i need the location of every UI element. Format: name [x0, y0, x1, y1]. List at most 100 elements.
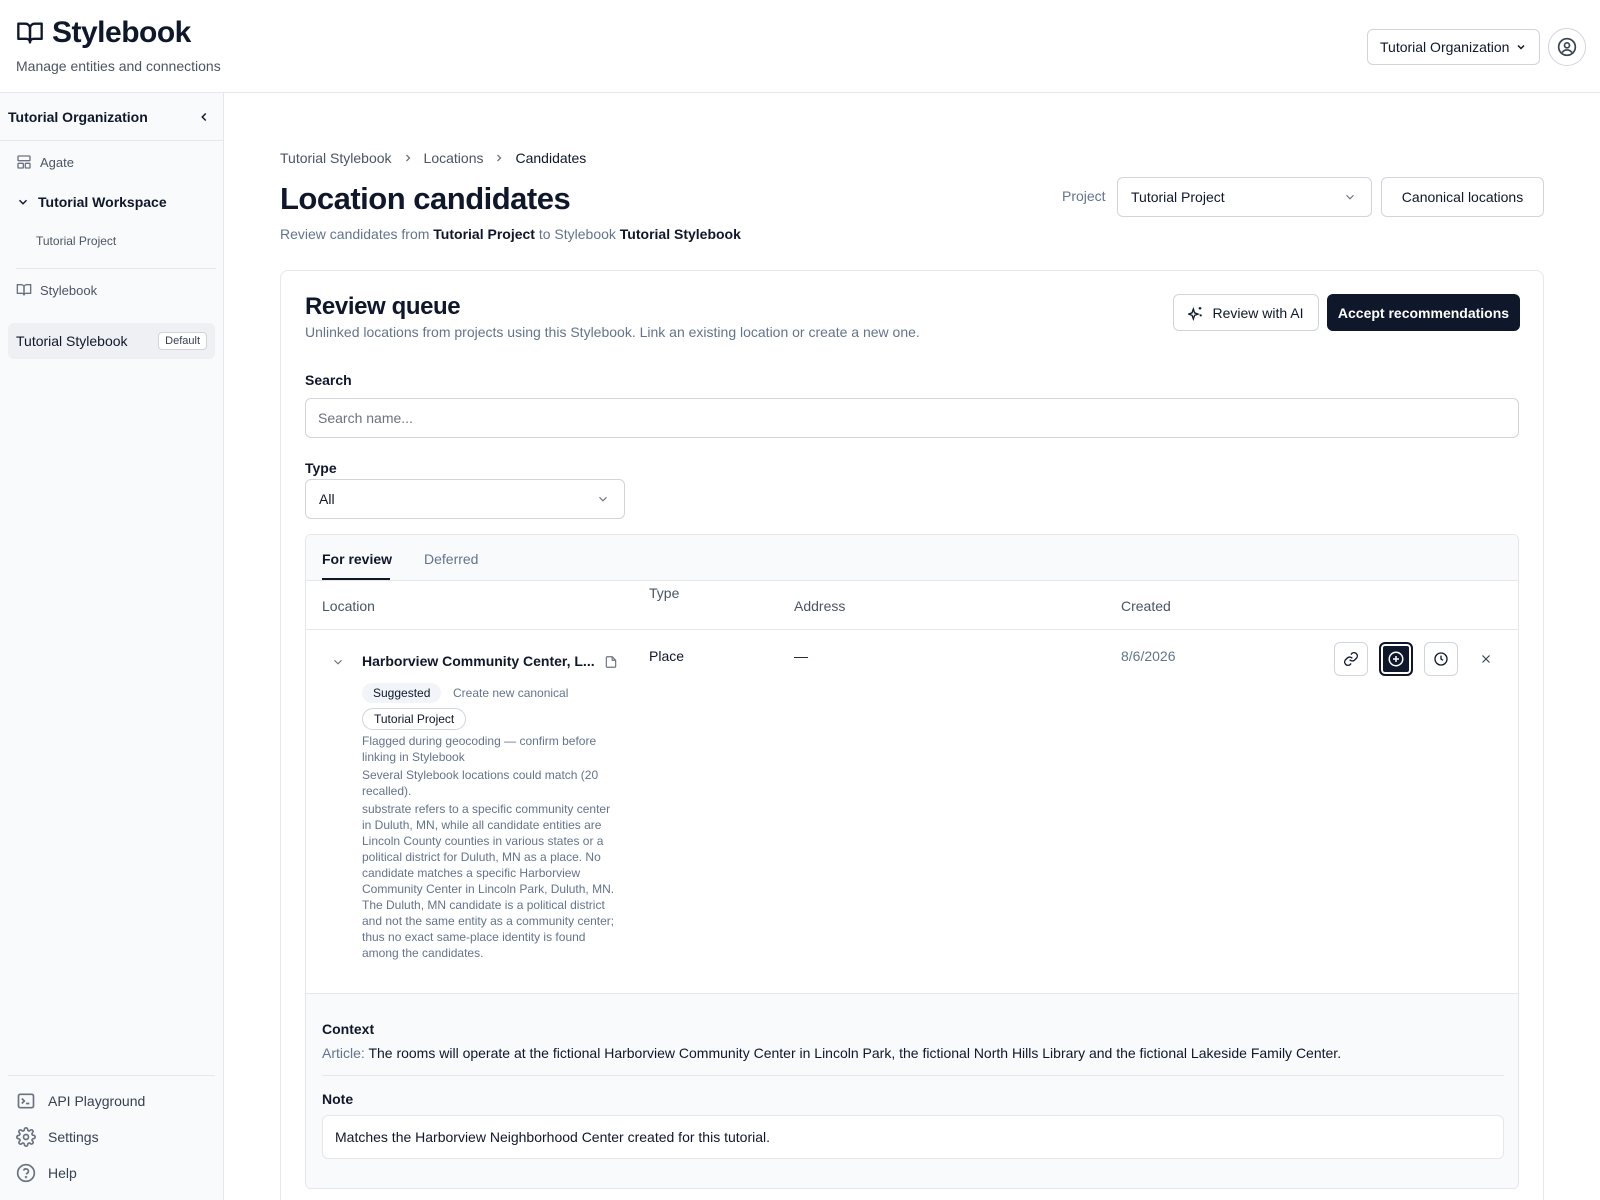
review-queue-title: Review queue: [305, 293, 461, 320]
location-type: Place: [649, 648, 685, 664]
sidebar-header: Tutorial Organization: [0, 93, 223, 141]
canonical-locations-button[interactable]: Canonical locations: [1381, 177, 1544, 217]
breadcrumb-link-stylebook[interactable]: Tutorial Stylebook: [280, 150, 392, 166]
active-tab-indicator: [322, 578, 390, 580]
context-title: Context: [322, 1021, 375, 1037]
note-explanation: substrate refers to a specific community…: [362, 802, 615, 960]
note-field[interactable]: Matches the Harborview Neighborhood Cent…: [322, 1115, 1504, 1159]
context-panel: Context Article: The rooms will operate …: [306, 993, 1518, 1188]
tab-bar: For review Deferred: [306, 535, 1518, 581]
plus-circle-icon: [1388, 651, 1404, 667]
sidebar-item-workspace[interactable]: Tutorial Workspace: [16, 194, 167, 210]
sidebar-org-name: Tutorial Organization: [8, 108, 148, 125]
create-canonical-button[interactable]: [1379, 642, 1413, 676]
article-text: The rooms will operate at the fictional …: [368, 1045, 1342, 1061]
subtitle-stylebook: Tutorial Stylebook: [619, 226, 741, 242]
review-queue-subtitle: Unlinked locations from projects using t…: [305, 324, 920, 340]
sidebar-section-label: Stylebook: [40, 282, 98, 298]
sidebar-item-label: Tutorial Workspace: [38, 194, 167, 210]
project-chip: Tutorial Project: [362, 708, 467, 730]
breadcrumb-current: Candidates: [515, 150, 587, 166]
type-select-value: All: [319, 491, 335, 507]
sidebar-section-stylebook: Stylebook: [16, 282, 97, 298]
context-divider: [322, 1075, 1504, 1076]
tab-for-review[interactable]: For review: [322, 551, 392, 567]
link-icon: [1344, 652, 1358, 666]
close-icon: [1482, 655, 1490, 663]
type-select[interactable]: All: [305, 479, 625, 519]
copy-icon[interactable]: [604, 655, 618, 669]
chevron-down-icon[interactable]: [331, 655, 345, 669]
app-subtitle: Manage entities and connections: [16, 58, 221, 74]
brand: Stylebook: [16, 16, 191, 50]
collapse-sidebar-icon[interactable]: [197, 110, 211, 124]
create-new-canonical-link[interactable]: Create new canonical: [453, 686, 568, 700]
column-header-created[interactable]: Created: [1121, 598, 1171, 614]
link-existing-button[interactable]: [1334, 642, 1368, 676]
clock-icon: [1434, 652, 1448, 666]
suggested-chip: Suggested: [362, 683, 442, 703]
sidebar-item-label: Help: [48, 1165, 77, 1181]
subtitle-project: Tutorial Project: [433, 226, 535, 242]
candidates-table: For review Deferred Location Type Addres…: [305, 534, 1519, 1189]
sidebar-item-api-playground[interactable]: API Playground: [16, 1091, 145, 1111]
sidebar-item-label: Settings: [48, 1129, 99, 1145]
book-open-icon: [16, 284, 32, 296]
breadcrumb-link-locations[interactable]: Locations: [424, 150, 484, 166]
help-circle-icon: [16, 1163, 36, 1183]
sidebar-item-tutorial-stylebook[interactable]: Tutorial Stylebook Default: [8, 323, 215, 359]
project-select[interactable]: Tutorial Project: [1117, 177, 1372, 217]
sidebar-item-project[interactable]: Tutorial Project: [36, 234, 116, 248]
user-menu-button[interactable]: [1548, 28, 1586, 66]
sidebar-item-label: Tutorial Stylebook: [16, 333, 128, 349]
app-title: Stylebook: [52, 16, 191, 49]
table-header: Location Type Address Created: [306, 581, 1518, 630]
sidebar-item-label: API Playground: [48, 1093, 146, 1109]
book-open-icon: [17, 22, 43, 44]
chevron-right-icon: [497, 154, 502, 162]
user-circle-icon: [1557, 37, 1577, 57]
sidebar: Tutorial Organization Agate Tutorial Wor…: [0, 93, 224, 1200]
project-label: Project: [1062, 188, 1106, 204]
sidebar-item-agate[interactable]: Agate: [16, 154, 74, 170]
candidate-notes: Flagged during geocoding — confirm befor…: [362, 733, 620, 963]
sidebar-item-settings[interactable]: Settings: [16, 1127, 99, 1147]
tab-deferred[interactable]: Deferred: [424, 551, 478, 567]
subtitle-prefix: Review candidates from: [280, 226, 430, 242]
column-header-address[interactable]: Address: [794, 598, 845, 614]
location-address: —: [794, 648, 808, 664]
organization-select[interactable]: Tutorial Organization: [1367, 29, 1540, 65]
search-label: Search: [305, 372, 352, 388]
sidebar-item-label: Tutorial Project: [36, 234, 117, 248]
sidebar-item-help[interactable]: Help: [16, 1163, 77, 1183]
subtitle-mid: to Stylebook: [538, 226, 616, 242]
organization-select-value: Tutorial Organization: [1380, 39, 1510, 55]
location-name[interactable]: Harborview Community Center, L...: [362, 653, 595, 669]
note-matches: Several Stylebook locations could match …: [362, 768, 599, 798]
chevron-down-icon: [599, 496, 607, 502]
sidebar-item-label: Agate: [40, 154, 74, 170]
defer-button[interactable]: [1424, 642, 1458, 676]
page-title: Location candidates: [280, 181, 571, 216]
chevron-down-icon: [18, 199, 28, 205]
accept-recommendations-button[interactable]: Accept recommendations: [1327, 294, 1520, 331]
review-with-ai-button[interactable]: Review with AI: [1173, 294, 1319, 331]
dismiss-button[interactable]: [1469, 642, 1503, 676]
layout-icon: [17, 155, 31, 169]
chevron-down-icon: [1346, 194, 1354, 200]
context-article: Article: The rooms will operate at the f…: [322, 1045, 1341, 1061]
search-input[interactable]: [305, 398, 1519, 438]
sidebar-divider: [16, 268, 216, 269]
terminal-icon: [17, 1093, 35, 1109]
column-header-location[interactable]: Location: [322, 598, 375, 614]
note-geocoding: Flagged during geocoding — confirm befor…: [362, 734, 597, 764]
location-created: 8/6/2026: [1121, 648, 1176, 664]
breadcrumb: Tutorial Stylebook Locations Candidates: [280, 150, 586, 166]
note-title: Note: [322, 1091, 354, 1107]
type-label: Type: [305, 460, 337, 476]
column-header-type[interactable]: Type: [649, 585, 679, 601]
page-subtitle: Review candidates from Tutorial Project …: [280, 226, 741, 242]
review-queue-card: Review queue Unlinked locations from pro…: [280, 270, 1544, 1200]
review-with-ai-label: Review with AI: [1212, 304, 1304, 321]
chevron-down-icon: [1517, 44, 1525, 50]
